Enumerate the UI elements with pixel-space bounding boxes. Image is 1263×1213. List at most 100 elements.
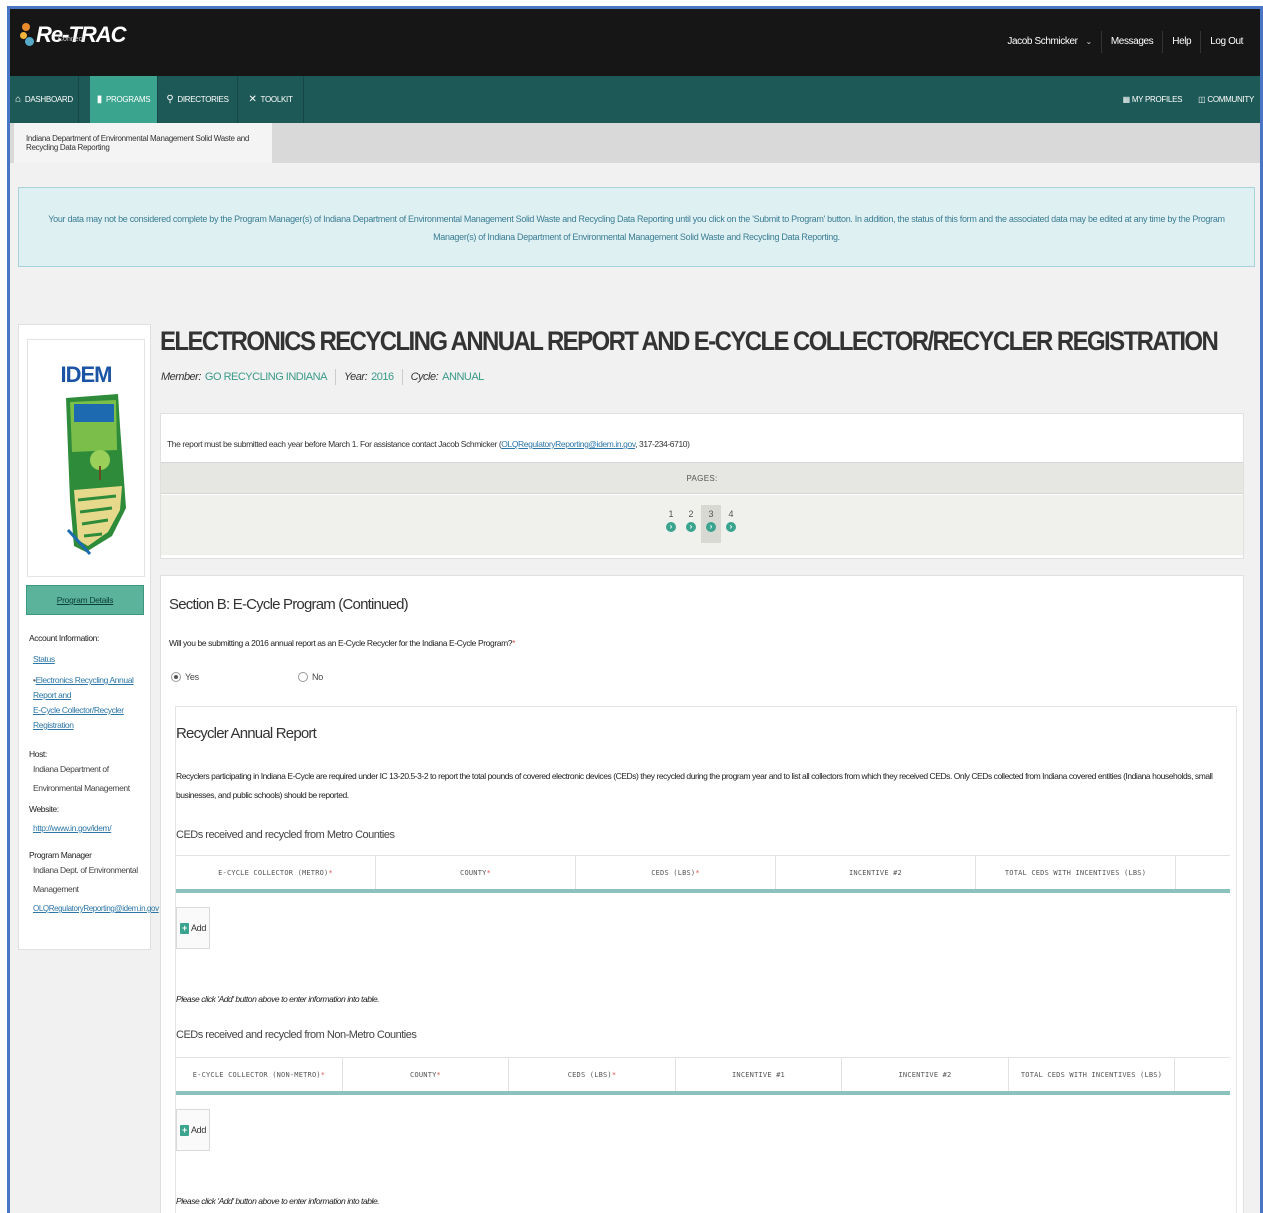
nav-community[interactable]: ◫ COMMUNITY (1198, 95, 1254, 104)
idem-logo: IDEM (27, 339, 145, 577)
recycler-question: Will you be submitting a 2016 annual rep… (169, 638, 515, 648)
add-metro-button[interactable]: + Add (176, 907, 210, 949)
host-label: Host: (29, 749, 47, 759)
column-header[interactable]: TOTAL CEDS WITH INCENTIVES (LBS) (976, 856, 1176, 889)
column-header[interactable]: CEDS (LBS) * (576, 856, 776, 889)
status-link[interactable]: Status (29, 652, 147, 667)
page-arrow-icon: › (726, 522, 736, 532)
radio-checked-icon (171, 672, 181, 682)
meta-divider (334, 369, 336, 385)
column-header[interactable]: TOTAL CEDS WITH INCENTIVES (LBS) (1009, 1058, 1175, 1091)
column-header[interactable]: INCENTIVE #2 (776, 856, 976, 889)
report-link[interactable]: •Electronics Recycling Annual Report and… (29, 673, 147, 733)
nav-my-profiles-label: MY PROFILES (1131, 95, 1183, 104)
page-button-1[interactable]: 1 › (661, 505, 681, 543)
cycle-label: Cycle: (410, 371, 439, 383)
website-label: Website: (29, 804, 59, 814)
nav-toolkit[interactable]: ✕ TOOLKIT (238, 76, 304, 123)
column-header[interactable]: COUNTY * (376, 856, 576, 889)
meta-divider (401, 369, 403, 385)
column-header-label: INCENTIVE #2 (849, 868, 902, 877)
year-value: 2016 (371, 371, 394, 383)
column-header[interactable]: E-CYCLE COLLECTOR (METRO) * (176, 856, 376, 889)
instructions-text: The report must be submitted each year b… (167, 439, 690, 449)
required-marker: * (436, 1070, 441, 1079)
question-text: Will you be submitting a 2016 annual rep… (169, 638, 513, 648)
program-details-button[interactable]: Program Details (26, 585, 144, 615)
column-header[interactable]: CEDS (LBS) * (509, 1058, 676, 1091)
page-button-3[interactable]: 3 › (701, 505, 721, 543)
plus-icon: + (179, 1124, 189, 1136)
nav-right: ▦ MY PROFILES ◫ COMMUNITY (1123, 76, 1255, 123)
member-value: GO RECYCLING INDIANA (204, 371, 328, 383)
nav-directories[interactable]: ⚲ DIRECTORIES (158, 76, 238, 123)
program-sidebar: IDEM Program Details Account Information… (18, 324, 159, 950)
column-header-label: TOTAL CEDS WITH INCENTIVES (LBS) (1004, 868, 1147, 877)
tab-idem-program[interactable]: Indiana Department of Environmental Mana… (14, 123, 272, 163)
profile-icon: ▦ (1122, 95, 1132, 104)
radio-unchecked-icon (298, 672, 308, 682)
manager-line1: Indiana Dept. of Environmental (33, 865, 138, 875)
add-nonmetro-button[interactable]: + Add (176, 1109, 210, 1151)
column-header-label: E-CYCLE COLLECTOR (METRO) (218, 868, 329, 877)
logo-text: Re-TRAC (36, 22, 127, 47)
column-header[interactable]: E-CYCLE COLLECTOR (NON-METRO) * (176, 1058, 343, 1091)
contact-email-link[interactable]: OLQRegulatoryReporting@idem.in.gov (501, 439, 635, 449)
program-tab-strip: Indiana Department of Environmental Mana… (10, 123, 1260, 163)
page-number: 2 (688, 509, 694, 519)
radio-yes-label: Yes (185, 672, 199, 682)
column-header[interactable]: COUNTY * (343, 1058, 509, 1091)
year-label: Year: (343, 371, 368, 383)
nav-programs[interactable]: ▮ PROGRAMS (90, 76, 158, 123)
pages-header: PAGES: (161, 462, 1243, 494)
user-name: Jacob Schmicker (1007, 36, 1078, 47)
column-header-label: INCENTIVE #1 (732, 1070, 785, 1079)
radio-no-label: No (312, 672, 323, 682)
indiana-map-icon (66, 394, 126, 556)
instructions-pre: The report must be submitted each year b… (167, 439, 502, 449)
messages-link[interactable]: Messages (1100, 31, 1162, 53)
column-header[interactable]: INCENTIVE #1 (676, 1058, 842, 1091)
home-icon: ⌂ (15, 94, 21, 105)
website-link[interactable]: http://www.in.gov/idem/ (29, 821, 147, 836)
logout-link[interactable]: Log Out (1200, 31, 1252, 53)
book-icon: ◫ (1198, 95, 1208, 104)
nav-community-label: COMMUNITY (1207, 95, 1254, 104)
help-link[interactable]: Help (1162, 31, 1200, 53)
column-header[interactable]: INCENTIVE #2 (842, 1058, 1009, 1091)
account-info: Account Information: Status •Electronics… (29, 627, 159, 916)
nonmetro-hint: Please click 'Add' button above to enter… (176, 1196, 380, 1206)
required-marker: * (611, 1070, 617, 1079)
column-header-label: E-CYCLE COLLECTOR (NON-METRO) (192, 1070, 321, 1079)
instructions-panel: The report must be submitted each year b… (160, 413, 1244, 559)
radio-no[interactable]: No (298, 672, 323, 682)
host-line1: Indiana Department of (33, 764, 109, 774)
nav-my-profiles[interactable]: ▦ MY PROFILES (1123, 95, 1183, 104)
nav-dashboard[interactable]: ⌂ DASHBOARD (10, 76, 79, 123)
page-title: ELECTRONICS RECYCLING ANNUAL REPORT AND … (160, 327, 1219, 357)
recycler-annual-report: Recycler Annual Report Recyclers partici… (175, 706, 1237, 1213)
user-menu[interactable]: Jacob Schmicker ⌄ (998, 31, 1100, 53)
submit-alert: Your data may not be considered complete… (18, 187, 1255, 267)
column-header-label: COUNTY (460, 868, 487, 877)
column-header-label: COUNTY (410, 1070, 437, 1079)
top-bar: Re-TRAC Connect Jacob Schmicker ⌄ Message… (10, 9, 1260, 76)
report-meta: Member: GO RECYCLING INDIANA Year: 2016 … (161, 369, 492, 385)
instructions-post: , 317-234-6710) (635, 439, 690, 449)
page-button-2[interactable]: 2 › (681, 505, 701, 543)
add-label: Add (190, 923, 207, 933)
column-header-label: TOTAL CEDS WITH INCENTIVES (LBS) (1020, 1070, 1163, 1079)
page-number: 3 (708, 509, 714, 519)
recycler-description: Recyclers participating in Indiana E-Cyc… (176, 771, 1213, 800)
manager-email-link[interactable]: OLQRegulatoryReporting@idem.in.gov (29, 901, 159, 916)
nonmetro-subheader: CEDs received and recycled from Non-Metr… (176, 1029, 417, 1041)
column-header-label: INCENTIVE #2 (898, 1070, 952, 1079)
tools-icon: ✕ (248, 94, 257, 105)
metro-table-header: E-CYCLE COLLECTOR (METRO) * COUNTY * CEDS … (176, 855, 1230, 893)
nonmetro-table-header: E-CYCLE COLLECTOR (NON-METRO) * COUNTY * C… (176, 1057, 1230, 1095)
account-info-label: Account Information: (29, 633, 99, 643)
radio-yes[interactable]: Yes (171, 672, 199, 682)
nav-toolkit-label: TOOLKIT (260, 95, 293, 104)
page-button-4[interactable]: 4 › (721, 505, 741, 543)
top-nav: Jacob Schmicker ⌄ Messages Help Log Out (998, 31, 1252, 53)
